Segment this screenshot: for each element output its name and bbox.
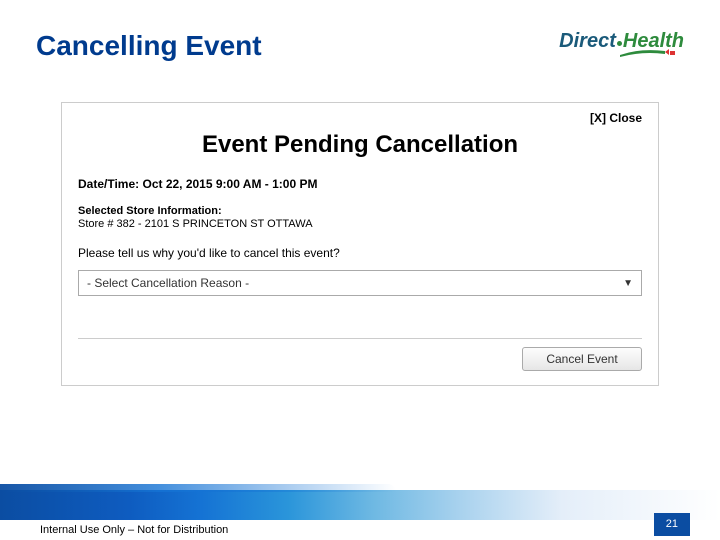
cancel-event-button[interactable]: Cancel Event	[522, 347, 642, 371]
store-info-line: Store # 382 - 2101 S PRINCETON ST OTTAWA	[78, 218, 642, 230]
dialog-divider	[78, 338, 642, 339]
store-info-header: Selected Store Information:	[78, 205, 642, 217]
cancellation-reason-select[interactable]: - Select Cancellation Reason - ▼	[78, 270, 642, 296]
chevron-down-icon: ▼	[623, 278, 633, 289]
dialog-title: Event Pending Cancellation	[78, 131, 642, 159]
logo-health-text: Health	[623, 30, 684, 53]
footer-notice: Internal Use Only – Not for Distribution	[40, 524, 228, 536]
logo-dot-icon	[617, 41, 622, 46]
dialog-actions: Cancel Event	[78, 347, 642, 371]
cancellation-dialog: [X] Close Event Pending Cancellation Dat…	[61, 102, 659, 386]
select-placeholder-text: - Select Cancellation Reason -	[87, 276, 249, 290]
datetime-label: Date/Time:	[78, 177, 139, 191]
logo: Direct Health	[559, 30, 684, 53]
footer: Internal Use Only – Not for Distribution…	[0, 490, 720, 540]
logo-direct-text: Direct	[559, 30, 616, 53]
store-info-row: Selected Store Information: Store # 382 …	[78, 205, 642, 230]
page-title: Cancelling Event	[36, 30, 262, 62]
datetime-row: Date/Time: Oct 22, 2015 9:00 AM - 1:00 P…	[78, 177, 642, 191]
page-number: 21	[654, 513, 690, 536]
close-button[interactable]: [X] Close	[78, 111, 642, 131]
footer-gradient	[0, 490, 720, 520]
cancel-reason-question: Please tell us why you'd like to cancel …	[78, 246, 642, 260]
datetime-value: Oct 22, 2015 9:00 AM - 1:00 PM	[142, 177, 317, 191]
